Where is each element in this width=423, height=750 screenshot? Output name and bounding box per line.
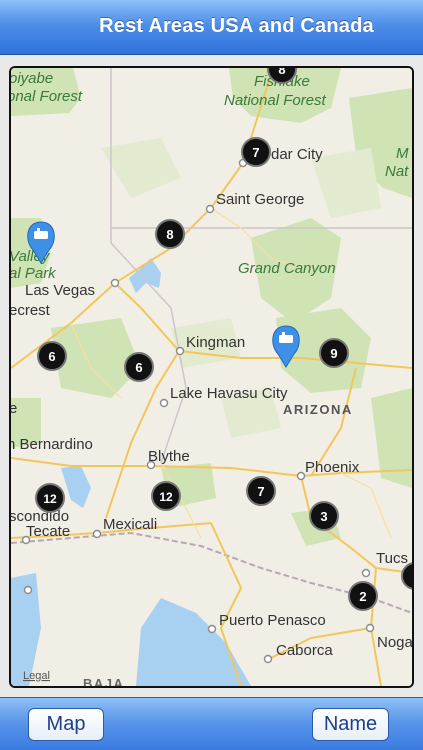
label-blythe: Blythe	[148, 448, 190, 465]
cluster-marker[interactable]: 8	[155, 219, 185, 249]
app-screen: Rest Areas USA and Canada oiyabe onal Fo…	[0, 0, 423, 750]
cluster-marker[interactable]: 12	[35, 483, 65, 513]
label-phoenix: Phoenix	[305, 459, 360, 476]
label-tecate: Tecate	[26, 523, 70, 540]
label-grand-canyon: Grand Canyon	[238, 260, 336, 277]
cluster-count: 6	[135, 360, 142, 375]
label-onal-forest: onal Forest	[11, 88, 83, 105]
cluster-count: 12	[43, 492, 57, 506]
label-saint-george: Saint George	[216, 191, 304, 208]
label-caborca: Caborca	[276, 642, 333, 659]
cluster-count: 9	[330, 346, 337, 361]
cluster-marker[interactable]: 6	[124, 352, 154, 382]
cluster-count: 8	[278, 68, 285, 77]
cluster-count: 7	[252, 145, 259, 160]
cluster-marker[interactable]: 9	[319, 338, 349, 368]
label-mexicali: Mexicali	[103, 516, 157, 533]
label-al-park: al Park	[11, 265, 57, 282]
cluster-marker[interactable]: 12	[151, 481, 181, 511]
label-cedar-city: dar City	[271, 146, 323, 163]
label-las-vegas: Las Vegas	[25, 282, 95, 299]
cluster-count: 6	[48, 349, 55, 364]
cluster-marker[interactable]: 3	[309, 501, 339, 531]
label-nat-edge: Nat	[385, 163, 409, 180]
map-view[interactable]: oiyabe onal Forest Fishlake National For…	[9, 66, 414, 688]
cluster-count: 12	[159, 490, 173, 504]
label-ecrest: ecrest	[11, 302, 51, 319]
name-sort-button[interactable]: Name	[312, 708, 389, 741]
map-sort-button[interactable]: Map	[28, 708, 104, 741]
map-canvas[interactable]: oiyabe onal Forest Fishlake National For…	[11, 68, 412, 686]
cluster-count: 2	[359, 589, 366, 604]
label-baja: BAJA	[83, 676, 124, 686]
bottom-toolbar: Map Name	[0, 697, 423, 750]
cluster-count: 3	[320, 509, 327, 524]
label-lake-havasu: Lake Havasu City	[170, 385, 288, 402]
label-puerto-penasco: Puerto Penasco	[219, 612, 326, 629]
cluster-marker[interactable]: 7	[241, 137, 271, 167]
label-arizona: ARIZONA	[283, 402, 353, 417]
cluster-marker[interactable]: 2	[348, 581, 378, 611]
cluster-marker[interactable]: 7	[246, 476, 276, 506]
cluster-marker[interactable]: 6	[37, 341, 67, 371]
label-kingman: Kingman	[186, 334, 245, 351]
label-m-edge: M	[396, 145, 409, 162]
navigation-bar: Rest Areas USA and Canada	[0, 0, 423, 55]
cluster-count: 8	[166, 227, 173, 242]
legal-link[interactable]: Legal	[23, 670, 50, 682]
label-toiyabe: oiyabe	[11, 70, 53, 87]
label-tucson: Tucs	[376, 550, 408, 567]
label-fishlake-nf: National Forest	[224, 92, 327, 109]
cluster-count: 7	[257, 484, 264, 499]
label-san-bernardino: n Bernardino	[11, 436, 93, 453]
label-nogales: Noga	[377, 634, 412, 651]
page-title: Rest Areas USA and Canada	[99, 15, 374, 37]
label-e-edge: e	[11, 400, 17, 417]
